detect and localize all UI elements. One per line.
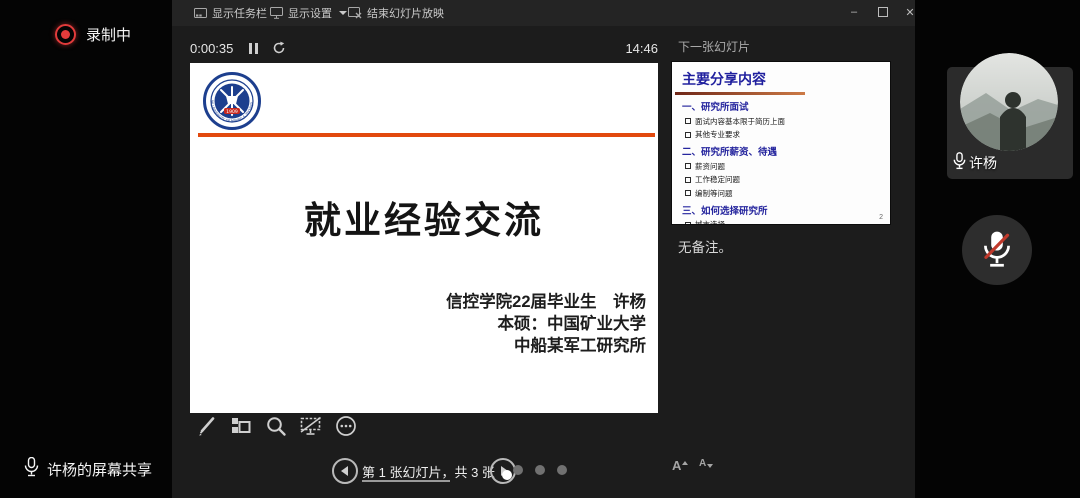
end-slideshow-label: 结束幻灯片放映 (367, 5, 444, 21)
magnifier-icon (265, 415, 287, 437)
end-slideshow-button[interactable]: 结束幻灯片放映 (348, 0, 444, 26)
slide-dot[interactable] (513, 465, 523, 475)
timer-bar: 0:00:35 14:46 (190, 38, 658, 58)
outline-item: 三、如何选择研究所 (682, 203, 882, 217)
pen-icon (195, 415, 217, 437)
black-screen-button[interactable] (299, 414, 323, 438)
logo-year: 1909 (226, 109, 238, 115)
outline-item: 工作稳定问题 (685, 174, 882, 185)
participant-name-row: 许杨 (953, 152, 997, 173)
preview-page-number: 2 (879, 214, 883, 221)
display-settings-icon (270, 7, 283, 19)
pause-timer-button[interactable] (249, 43, 258, 54)
mouse-cursor-dot (502, 470, 512, 480)
taskbar-icon (194, 7, 207, 19)
pen-tool-button[interactable] (194, 414, 218, 438)
zoom-slide-button[interactable] (264, 414, 288, 438)
microphone-muted-icon (980, 230, 1014, 270)
see-all-slides-button[interactable] (229, 414, 253, 438)
outline-item: 编制等问题 (685, 188, 882, 199)
preview-slide-title: 主要分享内容 (682, 69, 890, 89)
show-taskbar-label: 显示任务栏 (212, 5, 267, 21)
current-slide[interactable]: 1909 CHINA UNIVERSITY OF MINING & TECHNO… (190, 63, 658, 413)
next-slide-preview[interactable]: 主要分享内容 一、研究所面试 面试内容基本限于简历上面 其他专业要求 二、研究所… (672, 62, 890, 224)
next-slide-outline: 一、研究所面试 面试内容基本限于简历上面 其他专业要求 二、研究所薪资、待遇 薪… (672, 99, 890, 224)
screen-share-label: 许杨的屏幕共享 (47, 459, 152, 480)
more-options-button[interactable] (334, 414, 358, 438)
elapsed-time: 0:00:35 (190, 41, 233, 56)
show-taskbar-button[interactable]: 显示任务栏 (194, 0, 267, 26)
slide-counter: 第 1 张幻灯片，共 3 张 (362, 462, 495, 481)
recording-label: 录制中 (86, 24, 131, 45)
monitor-slash-icon (299, 415, 323, 437)
maximize-button[interactable] (873, 3, 893, 21)
participant-name: 许杨 (969, 153, 997, 173)
slide-title: 就业经验交流 (190, 190, 658, 244)
slide-accent-rule (198, 133, 655, 137)
recording-dot-icon (55, 24, 76, 45)
next-slide-label: 下一张幻灯片 (678, 38, 750, 55)
preview-accent-rule (675, 92, 805, 95)
annotation-toolbar (194, 414, 358, 438)
microphone-muted-button[interactable] (962, 215, 1032, 285)
slide-thumbnails-icon (230, 415, 252, 437)
outline-item: 面试内容基本限于简历上面 (685, 116, 882, 127)
caret-up-icon (682, 461, 688, 465)
notes-font-increase-button[interactable]: A (672, 458, 688, 473)
presenter-view-window: 显示任务栏 显示设置 结束幻灯片放映 – (172, 0, 915, 498)
participant-avatar (960, 53, 1058, 151)
participant-video-tile[interactable]: 许杨 (947, 67, 1073, 179)
slide-presenter-info: 信控学院22届毕业生 许杨 本硕：中国矿业大学 中船某军工研究所 (446, 291, 646, 357)
maximize-icon (878, 7, 888, 17)
microphone-icon (953, 152, 966, 173)
minimize-button[interactable]: – (844, 3, 864, 21)
clock-time: 14:46 (625, 41, 658, 56)
microphone-icon (24, 457, 39, 482)
display-settings-button[interactable]: 显示设置 (270, 0, 347, 26)
slide-info-line: 本硕：中国矿业大学 (446, 313, 646, 335)
meeting-stage: 录制中 许杨的屏幕共享 显示任务栏 (0, 0, 1080, 498)
outline-item: 一、研究所面试 (682, 99, 882, 113)
chevron-down-icon (339, 11, 347, 15)
outline-item: 薪资问题 (685, 161, 882, 172)
outline-item: 城市选择 (685, 219, 882, 224)
presenter-titlebar: 显示任务栏 显示设置 结束幻灯片放映 – (172, 0, 915, 26)
slide-info-line: 信控学院22届毕业生 许杨 (446, 291, 646, 313)
outline-item: 二、研究所薪资、待遇 (682, 144, 882, 158)
slide-counter-underline (362, 480, 450, 482)
restart-icon (272, 41, 286, 55)
display-settings-label: 显示设置 (288, 5, 332, 21)
end-slideshow-icon (348, 7, 362, 19)
outline-item: 其他专业要求 (685, 129, 882, 140)
previous-slide-button[interactable] (332, 458, 358, 484)
caret-down-icon (707, 464, 713, 468)
notes-text: 无备注。 (678, 236, 732, 256)
recording-indicator: 录制中 (55, 24, 131, 45)
slide-dot[interactable] (535, 465, 545, 475)
more-ellipsis-icon (335, 415, 357, 437)
slide-dot[interactable] (557, 465, 567, 475)
notes-font-decrease-button[interactable]: A (699, 458, 713, 469)
arrow-left-icon (341, 466, 348, 476)
slide-info-line: 中船某军工研究所 (446, 335, 646, 357)
close-button[interactable]: ✕ (900, 3, 920, 21)
restart-timer-button[interactable] (272, 41, 286, 55)
screen-share-banner: 许杨的屏幕共享 (24, 457, 152, 482)
university-logo: 1909 CHINA UNIVERSITY OF MINING & TECHNO… (203, 72, 261, 130)
